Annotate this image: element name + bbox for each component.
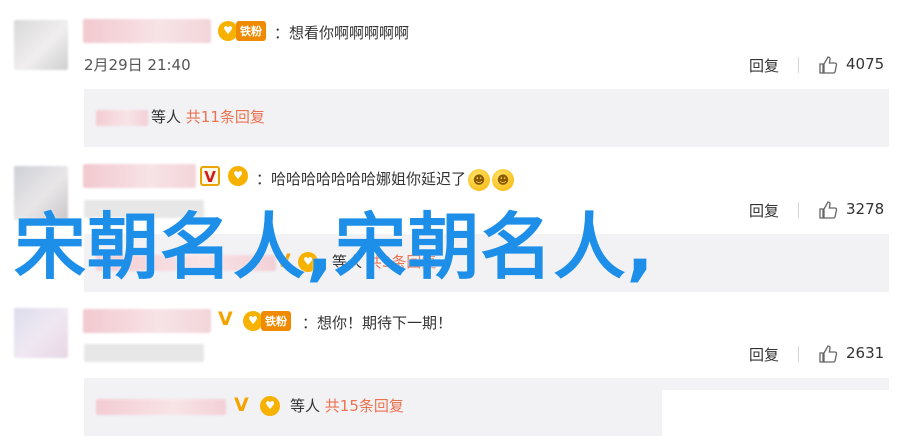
like-count: 3278	[846, 200, 885, 218]
like-count: 4075	[846, 55, 885, 73]
sub-count[interactable]: 共15条回复	[325, 397, 404, 415]
sub-replies-box[interactable]: 等人 共11条回复	[84, 89, 889, 147]
comment-time: 2月29日 21:40	[84, 56, 191, 74]
thumbs-up-icon[interactable]	[818, 200, 838, 220]
thumbs-up-icon[interactable]	[818, 55, 838, 75]
reply-button[interactable]: 回复	[749, 200, 779, 221]
sub-prefix: 等人	[290, 397, 321, 415]
fan-badge: ♥ 铁粉	[243, 311, 291, 331]
vip-v-icon: V	[218, 308, 233, 330]
comment-text: ：想你！期待下一期！	[302, 314, 453, 332]
level-badge: ♥	[260, 396, 280, 416]
username-blurred[interactable]	[83, 309, 211, 333]
fan-badge-icon: ♥	[243, 311, 263, 331]
divider	[798, 57, 799, 73]
overlay-patch	[662, 390, 916, 441]
comment-text: ：想看你啊啊啊啊啊	[274, 24, 410, 42]
sub-username-blurred	[96, 110, 148, 126]
reply-button[interactable]: 回复	[749, 344, 779, 365]
reply-button[interactable]: 回复	[749, 55, 779, 76]
divider	[798, 346, 799, 362]
comment-text-content: ：哈哈哈哈哈哈哈娜姐你延迟了	[256, 170, 467, 188]
sub-username-blurred	[96, 399, 226, 415]
fan-badge-icon: ♥	[260, 396, 280, 416]
vip-v-icon: V	[234, 394, 249, 416]
level-badge: ♥	[228, 166, 248, 186]
username-blurred[interactable]	[83, 164, 196, 188]
username-blurred[interactable]	[83, 19, 211, 43]
divider	[798, 202, 799, 218]
sub-replies-text[interactable]: 等人 共15条回复	[290, 395, 404, 416]
fan-badge-label: 铁粉	[261, 311, 291, 331]
time-blurred	[84, 344, 204, 362]
avatar[interactable]	[14, 308, 68, 358]
vip-v-icon: V	[200, 166, 220, 186]
watermark-text: 宋朝名人,宋朝名人,	[14, 205, 655, 289]
comment-item: ♥ 铁粉 ：想看你啊啊啊啊啊 2月29日 21:40 回复 4075 等人 共1…	[0, 0, 916, 147]
fan-badge: ♥ 铁粉	[218, 21, 266, 41]
like-count: 2631	[846, 344, 885, 362]
thumbs-up-icon[interactable]	[818, 344, 838, 364]
fan-badge-icon: ♥	[228, 166, 248, 186]
avatar[interactable]	[14, 20, 68, 70]
sub-prefix: 等人	[151, 108, 182, 126]
fan-badge-label: 铁粉	[236, 21, 266, 41]
sub-count[interactable]: 共11条回复	[186, 108, 265, 126]
sub-replies-text[interactable]: 等人 共11条回复	[151, 106, 265, 127]
fan-badge-icon: ♥	[218, 21, 238, 41]
